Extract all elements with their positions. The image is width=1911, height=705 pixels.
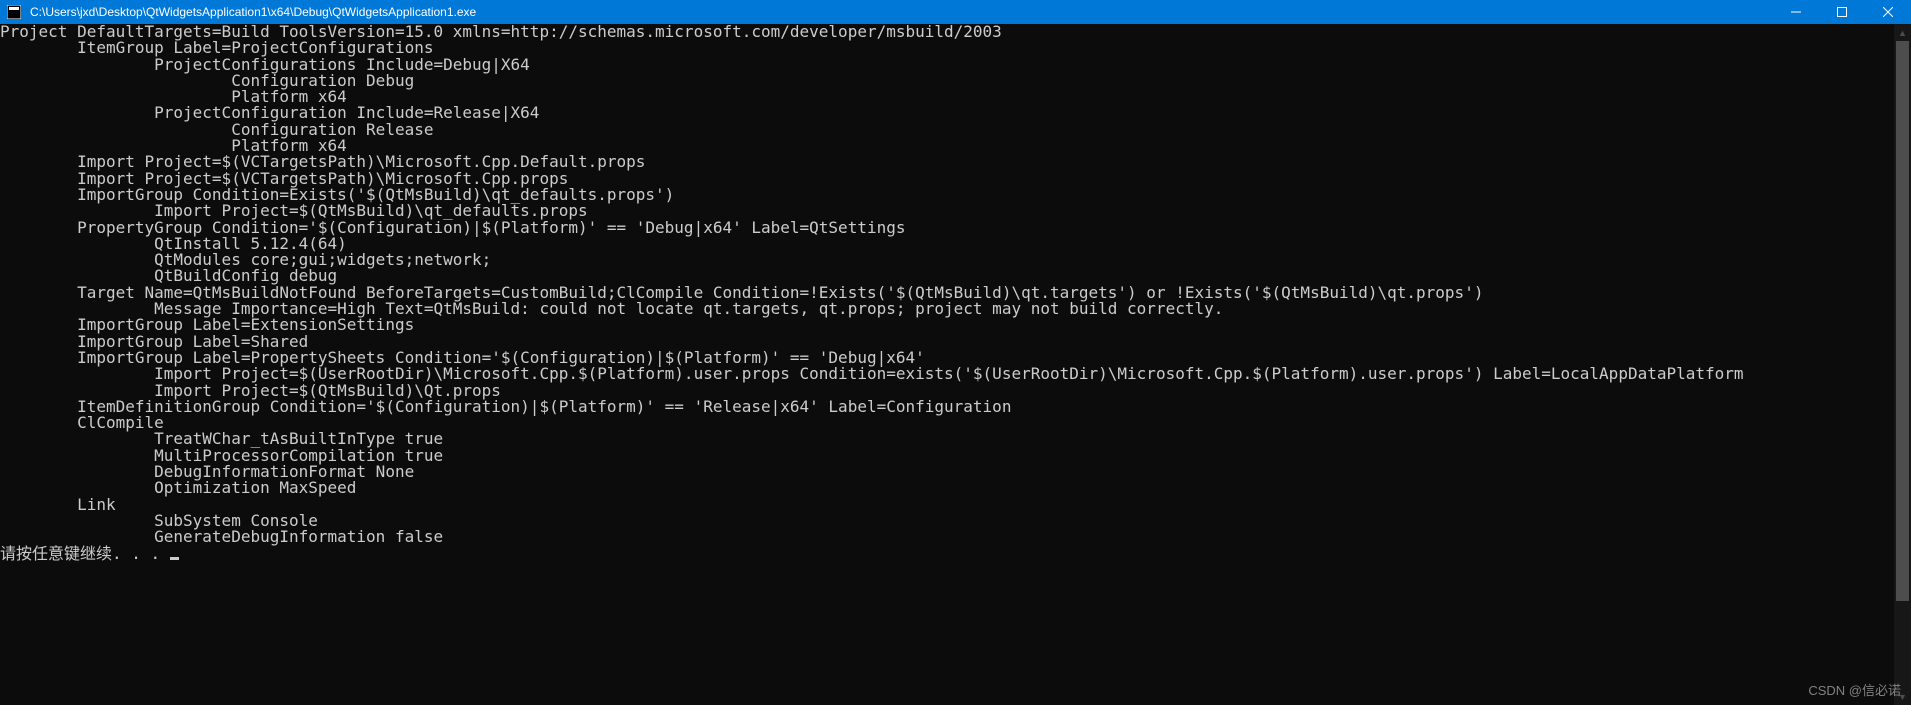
client-area: Project DefaultTargets=Build ToolsVersio…	[0, 24, 1911, 705]
maximize-button[interactable]	[1819, 0, 1865, 24]
text-cursor	[170, 557, 179, 560]
console-line: GenerateDebugInformation false	[0, 529, 1894, 545]
scrollbar-down-arrow[interactable]: ▼	[1894, 688, 1911, 705]
scrollbar-up-arrow[interactable]: ▲	[1894, 24, 1911, 41]
console-prompt: 请按任意键继续. . .	[0, 546, 1894, 562]
app-icon	[4, 2, 24, 22]
minimize-button[interactable]	[1773, 0, 1819, 24]
console-line: Optimization MaxSpeed	[0, 480, 1894, 496]
titlebar[interactable]: C:\Users\jxd\Desktop\QtWidgetsApplicatio…	[0, 0, 1911, 24]
scrollbar-thumb[interactable]	[1896, 41, 1909, 601]
console-line: ItemDefinitionGroup Condition='$(Configu…	[0, 399, 1894, 415]
vertical-scrollbar[interactable]: ▲ ▼	[1894, 24, 1911, 705]
console-output[interactable]: Project DefaultTargets=Build ToolsVersio…	[0, 24, 1894, 705]
console-window: C:\Users\jxd\Desktop\QtWidgetsApplicatio…	[0, 0, 1911, 705]
window-title: C:\Users\jxd\Desktop\QtWidgetsApplicatio…	[30, 5, 476, 19]
close-button[interactable]	[1865, 0, 1911, 24]
